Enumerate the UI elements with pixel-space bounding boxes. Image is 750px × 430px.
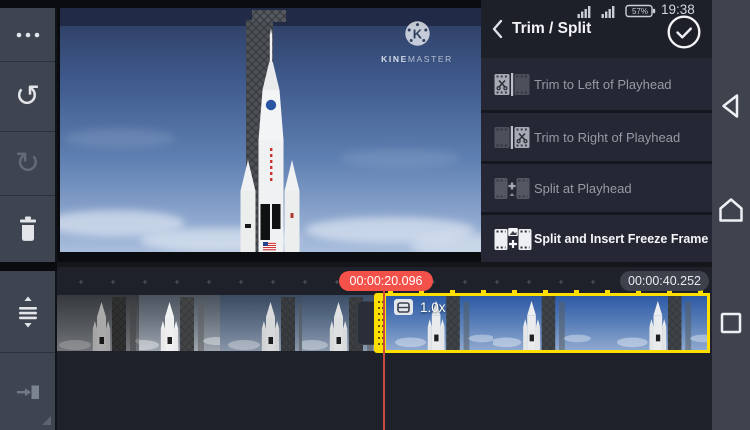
- menu-item-split[interactable]: Split at Playhead: [481, 164, 712, 212]
- back-triangle-icon: [712, 88, 750, 124]
- kinemaster-watermark: K KINEMASTER: [369, 20, 465, 64]
- video-clip-1[interactable]: [57, 295, 383, 351]
- long-press-corner-marker: [42, 416, 51, 425]
- clip-speed-badge: 1.0x: [394, 299, 446, 315]
- film-clip-icon: [394, 299, 413, 315]
- video-preview[interactable]: K KINEMASTER: [60, 8, 481, 252]
- jump-to-media-button[interactable]: [0, 353, 55, 430]
- menu-item-trim-right[interactable]: Trim to Right of Playhead: [481, 113, 712, 161]
- recents-square-icon: [712, 305, 750, 341]
- split-icon: [494, 177, 534, 200]
- timeline-area[interactable]: 1.0x 00:00:20.096 00:00:40.252: [57, 262, 712, 430]
- battery-icon: 57%: [625, 4, 656, 18]
- check-circle-icon: [665, 13, 703, 51]
- editor-sidebar: ↺ ↻: [0, 0, 57, 430]
- sidebar-divider: [0, 262, 57, 271]
- menu-item-label: Trim to Left of Playhead: [534, 77, 672, 92]
- kinemaster-screen: ↺ ↻: [0, 0, 750, 430]
- trim-right-icon: [494, 126, 534, 149]
- playhead-timestamp: 00:00:20.096: [339, 271, 433, 291]
- more-dots-icon: [15, 30, 41, 40]
- nav-recents-button[interactable]: [712, 304, 750, 342]
- android-nav-bar: [712, 0, 750, 430]
- brand-light: MASTER: [408, 54, 453, 64]
- clip-thumbnail: [220, 295, 302, 351]
- menu-item-freeze-frame[interactable]: Split and Insert Freeze Frame: [481, 215, 712, 262]
- delete-button[interactable]: [0, 196, 55, 262]
- brand-bold: KINE: [381, 54, 408, 64]
- clip-thumbnail: [57, 295, 139, 351]
- clip-thumbnail: [139, 295, 221, 351]
- redo-icon: ↻: [15, 149, 40, 179]
- nav-back-button[interactable]: [712, 87, 750, 125]
- freeze-frame-icon: [494, 227, 534, 251]
- expand-tracks-icon: [15, 296, 41, 328]
- more-options-button[interactable]: [0, 8, 55, 62]
- clip-speed-label: 1.0x: [420, 300, 446, 315]
- logo-letter: K: [412, 26, 422, 41]
- menu-item-label: Trim to Right of Playhead: [534, 130, 680, 145]
- nav-home-button[interactable]: [712, 191, 750, 229]
- menu-item-label: Split and Insert Freeze Frame: [534, 232, 708, 246]
- watermark-brand-text: KINEMASTER: [369, 54, 465, 64]
- kinemaster-logo-icon: K: [404, 20, 431, 47]
- confirm-button[interactable]: [665, 13, 703, 51]
- signal-bars-icon: [577, 5, 592, 23]
- trim-split-panel: Trim / Split: [481, 0, 712, 262]
- clip-thumbnail: [600, 296, 707, 350]
- undo-button[interactable]: ↺: [0, 62, 55, 132]
- selected-video-clip[interactable]: 1.0x: [374, 293, 710, 353]
- undo-icon: ↺: [15, 82, 40, 112]
- sidebar-top-spacer: [0, 0, 57, 8]
- playhead-line: [383, 290, 385, 430]
- battery-percent: 57%: [628, 7, 652, 16]
- clip-thumbnail: [493, 296, 600, 350]
- jump-to-clip-icon: [15, 379, 41, 405]
- chevron-left-icon: [490, 18, 504, 40]
- trim-left-icon: [494, 73, 534, 96]
- total-duration-timestamp: 00:00:40.252: [620, 271, 709, 291]
- menu-item-label: Split at Playhead: [534, 181, 632, 196]
- menu-item-trim-left[interactable]: Trim to Left of Playhead: [481, 58, 712, 110]
- home-icon: [712, 192, 750, 228]
- back-button[interactable]: [484, 11, 510, 47]
- trash-icon: [16, 215, 40, 243]
- signal-bars-icon: [601, 5, 616, 23]
- clock-text: 19:38: [661, 2, 695, 17]
- expand-timeline-button[interactable]: [0, 271, 55, 353]
- redo-button[interactable]: ↻: [0, 132, 55, 196]
